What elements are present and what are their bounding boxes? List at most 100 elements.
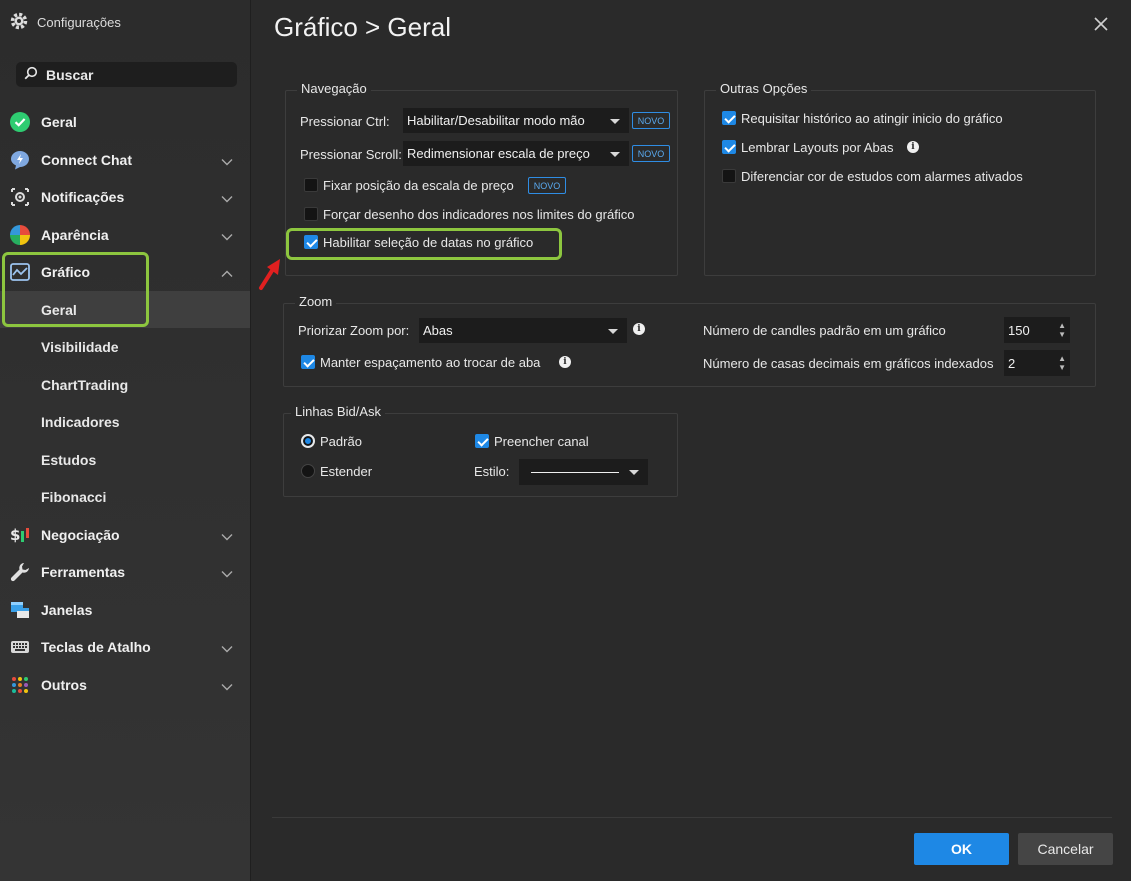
sidebar-item-negociacao[interactable]: $ Negociação — [0, 516, 250, 553]
info-icon[interactable]: i — [559, 356, 571, 368]
estender-radio[interactable] — [301, 464, 315, 478]
outras-opcoes-title: Outras Opções — [716, 81, 812, 96]
zoom-title: Zoom — [295, 294, 337, 309]
highlight-box-grafico — [2, 252, 149, 327]
decimais-value: 2 — [1008, 355, 1016, 371]
wrench-icon — [9, 561, 31, 583]
chat-icon — [9, 149, 31, 171]
diferenciar-cor-checkbox[interactable] — [722, 169, 736, 183]
navegacao-title: Navegação — [297, 81, 371, 96]
sidebar-subitem-estudos[interactable]: Estudos — [0, 441, 250, 478]
sidebar-item-aparencia[interactable]: Aparência — [0, 216, 250, 253]
footer-divider — [272, 817, 1112, 818]
sidebar-subitem-label: Indicadores — [41, 413, 120, 430]
sidebar-item-teclas-de-atalho[interactable]: Teclas de Atalho — [0, 628, 250, 665]
dots-grid-icon — [9, 674, 31, 696]
sidebar-item-label: Geral — [41, 113, 77, 130]
sidebar-item-ferramentas[interactable]: Ferramentas — [0, 553, 250, 590]
sidebar: Configurações Buscar Geral Connect Chat … — [0, 0, 251, 881]
ctrl-select[interactable]: Habilitar/Desabilitar modo mão — [403, 108, 629, 133]
lembrar-layouts-checkbox[interactable] — [722, 140, 736, 154]
requisitar-historico-label: Requisitar histórico ao atingir inicio d… — [741, 111, 1003, 126]
manter-espacamento-checkbox[interactable] — [301, 355, 315, 369]
decimais-label: Número de casas decimais em gráficos ind… — [703, 356, 994, 371]
chevron-up-icon — [221, 265, 233, 281]
candles-spinbox[interactable]: 150 ▲ ▼ — [1004, 317, 1070, 343]
dropdown-arrow-icon — [608, 329, 618, 334]
sidebar-item-label: Notificações — [41, 188, 125, 205]
sidebar-subitem-label: ChartTrading — [41, 376, 129, 393]
padrao-radio[interactable] — [301, 434, 315, 448]
priorizar-zoom-label: Priorizar Zoom por: — [298, 323, 410, 338]
requisitar-historico-checkbox[interactable] — [722, 111, 736, 125]
gear-icon — [9, 11, 29, 34]
page-title: Gráfico > Geral — [274, 12, 452, 42]
candles-label: Número de candles padrão em um gráfico — [703, 323, 946, 338]
sidebar-item-label: Negociação — [41, 526, 120, 543]
svg-text:$: $ — [10, 526, 20, 544]
estilo-label: Estilo: — [474, 464, 510, 479]
sidebar-item-label: Outros — [41, 676, 87, 693]
preencher-canal-checkbox[interactable] — [475, 434, 489, 448]
chevron-down-icon — [221, 528, 233, 544]
sidebar-subitem-indicadores[interactable]: Indicadores — [0, 403, 250, 440]
search-icon — [24, 66, 38, 83]
ctrl-select-value: Habilitar/Desabilitar modo mão — [407, 113, 585, 128]
chevron-down-icon — [221, 190, 233, 206]
sidebar-item-label: Aparência — [41, 226, 109, 243]
preencher-canal-label: Preencher canal — [494, 434, 589, 449]
info-icon[interactable]: i — [907, 141, 919, 153]
candles-value: 150 — [1008, 322, 1030, 338]
sidebar-subitem-label: Fibonacci — [41, 488, 107, 505]
sidebar-item-label: Connect Chat — [41, 151, 132, 168]
spin-arrows-icon[interactable]: ▲ ▼ — [1058, 354, 1066, 372]
dropdown-arrow-icon — [610, 119, 620, 124]
spin-arrows-icon[interactable]: ▲ ▼ — [1058, 321, 1066, 339]
dropdown-arrow-icon — [629, 470, 639, 475]
highlight-box-habilitar — [286, 228, 562, 260]
chevron-down-icon — [221, 153, 233, 169]
decimais-spinbox[interactable]: 2 ▲ ▼ — [1004, 350, 1070, 376]
close-icon[interactable] — [1091, 14, 1111, 34]
sidebar-item-connect-chat[interactable]: Connect Chat — [0, 141, 250, 178]
forcar-checkbox[interactable] — [304, 207, 318, 221]
padrao-label: Padrão — [320, 434, 362, 449]
estilo-select[interactable] — [519, 459, 648, 485]
check-circle-icon — [9, 111, 31, 133]
scroll-label: Pressionar Scroll: — [300, 147, 402, 162]
lembrar-layouts-label: Lembrar Layouts por Abas — [741, 140, 894, 155]
sidebar-item-label: Janelas — [41, 601, 93, 618]
sidebar-subitem-fibonacci[interactable]: Fibonacci — [0, 478, 250, 515]
sidebar-item-notificacoes[interactable]: Notificações — [0, 178, 250, 215]
scroll-select-value: Redimensionar escala de preço — [407, 146, 590, 161]
scroll-select[interactable]: Redimensionar escala de preço — [403, 141, 629, 166]
line-style-icon — [531, 471, 619, 473]
cancel-button[interactable]: Cancelar — [1018, 833, 1113, 865]
priorizar-zoom-select[interactable]: Abas — [419, 318, 627, 343]
windows-icon — [9, 599, 31, 621]
chevron-down-icon — [221, 228, 233, 244]
sidebar-item-janelas[interactable]: Janelas — [0, 591, 250, 628]
manter-espacamento-label: Manter espaçamento ao trocar de aba — [320, 355, 541, 370]
sidebar-subitem-visibilidade[interactable]: Visibilidade — [0, 328, 250, 365]
estender-label: Estender — [320, 464, 373, 479]
dropdown-arrow-icon — [610, 152, 620, 157]
sidebar-item-geral[interactable]: Geral — [0, 103, 250, 140]
sidebar-subitem-label: Estudos — [41, 451, 97, 468]
sidebar-item-outros[interactable]: Outros — [0, 666, 250, 703]
bidask-title: Linhas Bid/Ask — [291, 404, 385, 419]
sidebar-item-label: Ferramentas — [41, 563, 126, 580]
fixar-label: Fixar posição da escala de preço — [323, 178, 514, 193]
ok-button[interactable]: OK — [914, 833, 1009, 865]
palette-icon — [9, 224, 31, 246]
search-input[interactable]: Buscar — [16, 62, 237, 87]
fixar-checkbox[interactable] — [304, 178, 318, 192]
info-icon[interactable]: i — [633, 323, 645, 335]
sidebar-item-label: Teclas de Atalho — [41, 638, 151, 655]
keyboard-icon — [9, 636, 31, 658]
sidebar-subitem-charttrading[interactable]: ChartTrading — [0, 366, 250, 403]
priorizar-zoom-value: Abas — [423, 323, 453, 338]
novo-badge: NOVO — [528, 177, 566, 194]
novo-badge: NOVO — [632, 145, 670, 162]
trading-icon: $ — [9, 524, 31, 546]
